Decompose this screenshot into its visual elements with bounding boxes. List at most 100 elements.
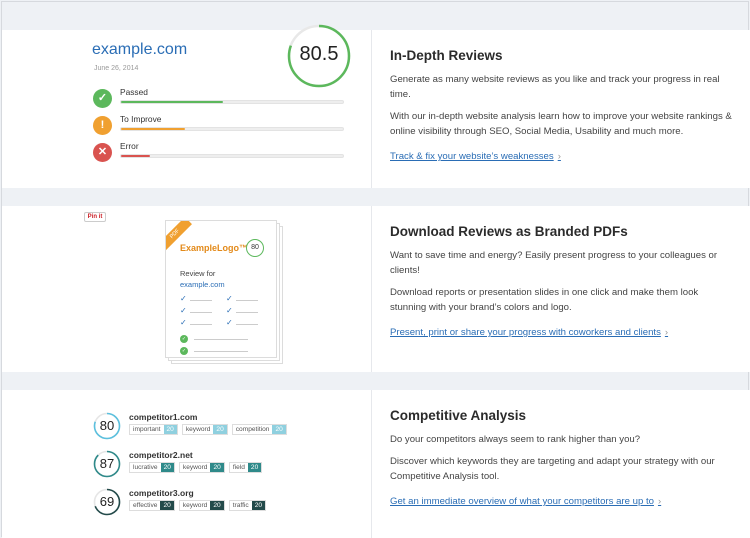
section-branded-pdfs: Pin it PDF ExampleLogo™ 80 Review for ex… [2,206,750,372]
feature-paragraph: With our in-depth website analysis learn… [390,111,732,137]
feature-competitive-analysis: Competitive Analysis Do your competitors… [372,390,750,538]
tag-key: keyword [179,501,211,510]
tag-key: important [130,425,164,434]
metric-label: Passed [120,87,148,97]
link-text: Present, print or share your progress wi… [390,327,661,338]
keyword-tag: keyword 20 [181,424,228,435]
competitor-row: 87 competitor2.net lucrative 20 keyword 20… [93,450,353,480]
check-circle-icon: ✓ [180,335,188,343]
pdf-document-preview: PDF ExampleLogo™ 80 Review for example.c… [165,220,285,364]
keyword-tag: field 20 [228,462,263,473]
tag-value: 20 [251,501,266,510]
competitors-panel: 80 competitor1.com important 20 keyword 20… [2,390,372,538]
track-weaknesses-link[interactable]: Track & fix your website’s weaknesses › [390,151,561,162]
keyword-tag: effective 20 [129,500,175,511]
chevron-right-icon: › [557,151,561,162]
check-icon: ✓ [180,318,187,327]
tag-value: 20 [213,425,227,434]
pdf-line [190,324,212,325]
review-summary-panel: example.com June 26, 2014 80.5 ✓ Passed … [2,24,372,188]
tag-value: 20 [210,463,224,472]
metric-fill [121,128,186,130]
metric-track [120,127,344,131]
tag-value: 20 [247,463,262,472]
tag-key: keyword [182,425,214,434]
share-progress-link[interactable]: Present, print or share your progress wi… [390,327,668,338]
pdf-line [194,339,248,340]
pinterest-pin-button[interactable]: Pin it [84,212,106,222]
tag-key: competition [232,425,273,434]
keyword-tags: effective 20 keyword 20 traffic 20 [129,500,267,511]
tag-value: 20 [160,501,174,510]
keyword-tag: important 20 [129,424,178,435]
feature-branded-pdfs: Download Reviews as Branded PDFs Want to… [372,206,750,372]
keyword-tag: keyword 20 [178,462,225,473]
metric-to-improve: ! To Improve [93,114,345,136]
competitor-score: 69 [99,494,115,509]
feature-title: Download Reviews as Branded PDFs [390,224,628,239]
check-icon: ✓ [180,294,187,303]
pdf-line [194,351,248,352]
check-icon: ✓ [226,318,233,327]
tag-value: 20 [163,425,177,434]
keyword-tag: keyword 20 [178,500,225,511]
metric-fill [121,101,224,103]
keyword-tags: lucrative 20 keyword 20 field 20 [129,462,263,473]
check-circle-icon: ✓ [180,347,188,355]
metric-error: ✕ Error [93,141,345,163]
competitor-overview-link[interactable]: Get an immediate overview of what your c… [390,496,661,507]
competitor-score: 87 [99,456,115,471]
pdf-review-for: Review for example.com [180,268,225,290]
competitor-name: competitor2.net [129,450,193,460]
metric-passed: ✓ Passed [93,87,345,109]
pdf-line [190,300,212,301]
pdf-score-badge: 80 [246,239,264,257]
keyword-tag: traffic 20 [228,500,267,511]
competitor-score: 80 [99,418,115,433]
pdf-page-front: PDF ExampleLogo™ 80 Review for example.c… [165,220,277,358]
review-site-title: example.com [92,41,188,58]
keyword-tag: competition 20 [231,424,287,435]
tag-value: 20 [210,501,224,510]
feature-paragraph: Do your competitors always seem to rank … [390,434,641,445]
feature-title: In-Depth Reviews [390,48,503,63]
pdf-line [236,300,258,301]
link-text: Get an immediate overview of what your c… [390,496,654,507]
exclamation-icon: ! [93,116,112,135]
check-icon: ✓ [226,294,233,303]
tag-key: lucrative [130,463,161,472]
metric-label: Error [120,141,139,151]
competitor-row: 69 competitor3.org effective 20 keyword 20… [93,488,353,518]
competitor-row: 80 competitor1.com important 20 keyword 20… [93,412,353,442]
keyword-tags: important 20 keyword 20 competition 20 [129,424,287,435]
close-icon: ✕ [93,143,112,162]
competitor-name: competitor1.com [129,412,198,422]
pdf-line [236,324,258,325]
feature-paragraph: Download reports or presentation slides … [390,287,699,313]
chevron-right-icon: › [657,496,662,507]
tag-key: field [229,463,248,472]
feature-title: Competitive Analysis [390,408,527,423]
keyword-tag: lucrative 20 [129,462,175,473]
metric-label: To Improve [120,114,162,124]
check-icon: ✓ [180,306,187,315]
chevron-right-icon: › [664,327,669,338]
tag-key: keyword [179,463,211,472]
feature-paragraph: Want to save time and energy? Easily pre… [390,250,718,276]
competitor-name: competitor3.org [129,488,194,498]
feature-paragraph: Discover which keywords they are targeti… [390,456,715,482]
link-text: Track & fix your website’s weaknesses [390,151,554,162]
tag-key: effective [130,501,161,510]
pdf-line [236,312,258,313]
pdf-line [190,312,212,313]
metric-track [120,154,344,158]
tag-value: 20 [160,463,174,472]
section-competitive-analysis: 80 competitor1.com important 20 keyword 20… [2,390,750,538]
example-logo: ExampleLogo™ [180,243,249,253]
pdf-preview-panel: Pin it PDF ExampleLogo™ 80 Review for ex… [2,206,372,372]
metric-fill [121,155,150,157]
tag-value: 20 [272,425,286,434]
review-for-site: example.com [180,280,225,289]
feature-paragraph: Generate as many website reviews as you … [390,74,720,100]
section-in-depth-reviews: example.com June 26, 2014 80.5 ✓ Passed … [2,24,750,188]
